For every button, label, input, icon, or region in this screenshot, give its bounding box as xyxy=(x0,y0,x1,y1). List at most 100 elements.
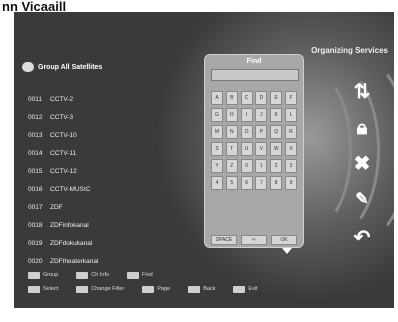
move-icon[interactable]: ⇅ xyxy=(350,80,374,104)
space-key[interactable]: SPACE xyxy=(211,235,237,245)
footer-hint-label: Group xyxy=(43,272,59,278)
channel-number: 0014 xyxy=(28,149,43,157)
channel-name: ZDFinfokanal xyxy=(50,221,89,229)
keyboard-key[interactable]: 5 xyxy=(225,176,238,190)
remote-key-icon xyxy=(28,271,40,279)
ok-key[interactable]: OK xyxy=(271,235,297,245)
remote-key-icon xyxy=(28,285,40,293)
channel-name: CCTV-12 xyxy=(50,167,77,175)
channel-number: 0011 xyxy=(28,95,42,103)
remote-key-icon xyxy=(76,271,89,279)
keyboard-key[interactable]: U xyxy=(240,142,253,156)
channel-number: 0019 xyxy=(28,239,43,247)
footer-hint: Page xyxy=(142,285,171,293)
keyboard-key[interactable]: 7 xyxy=(255,176,268,190)
keyboard-key[interactable]: 1 xyxy=(255,159,268,173)
keyboard-key[interactable]: 9 xyxy=(284,176,297,190)
keyboard-key[interactable]: J xyxy=(255,108,268,122)
footer-hint-label: Exit xyxy=(248,286,258,292)
keyboard-key[interactable]: O xyxy=(240,125,253,139)
keyboard-key[interactable]: 4 xyxy=(211,176,223,190)
footer-hint: Change Filter xyxy=(76,285,125,293)
footer-hint-label: Ch Info xyxy=(91,272,110,278)
undo-icon[interactable]: ↶ xyxy=(350,226,374,250)
footer-hint: Exit xyxy=(233,285,258,293)
channel-row[interactable]: 0017 ZDF xyxy=(28,198,130,216)
channel-list: 0011 CCTV-2 0012 CCTV-3 0013 CCTV-10 0014 CCTV-… xyxy=(28,90,130,270)
channel-name: CCTV-MUSIC xyxy=(50,185,91,193)
channel-row[interactable]: 0013 CCTV-10 xyxy=(28,126,130,144)
footer-hint: Back xyxy=(188,285,215,293)
keyboard-key[interactable]: 2 xyxy=(270,159,283,173)
satellite-icon xyxy=(22,62,34,72)
channel-name: CCTV-11 xyxy=(50,149,77,157)
rename-icon[interactable]: ✎ xyxy=(350,188,374,212)
footer-hint-label: Change Filter xyxy=(91,286,125,292)
keyboard-key[interactable]: Z xyxy=(225,159,238,173)
keyboard-key[interactable]: 8 xyxy=(270,176,283,190)
footer-hint-label: Select xyxy=(43,286,59,292)
channel-row[interactable]: 0014 CCTV-11 xyxy=(28,144,130,162)
screen-title: Organizing Services xyxy=(311,46,388,55)
footer-hint: Find xyxy=(127,271,153,279)
keyboard-key[interactable]: M xyxy=(211,125,223,139)
keyboard-key[interactable]: X xyxy=(284,142,297,156)
keyboard-key[interactable]: Y xyxy=(211,159,223,173)
channel-name: ZDF xyxy=(50,203,63,211)
keyboard-key[interactable]: G xyxy=(211,108,223,122)
keyboard-key[interactable]: V xyxy=(255,142,268,156)
keyboard-key[interactable]: T xyxy=(225,142,238,156)
channel-number: 0013 xyxy=(28,131,43,139)
footer-legend: Group Ch Info Find Select Change Filter Page… xyxy=(28,268,394,296)
channel-row[interactable]: 0016 CCTV-MUSIC xyxy=(28,180,130,198)
keyboard-key[interactable]: B xyxy=(225,91,238,105)
delete-icon[interactable]: ✖ xyxy=(350,152,374,176)
channel-name: ZDFtheaterkanal xyxy=(50,257,99,265)
remote-key-icon xyxy=(127,271,140,279)
channel-row[interactable]: 0012 CCTV-3 xyxy=(28,108,130,126)
footer-hint: Select xyxy=(28,285,59,293)
keyboard-key[interactable]: R xyxy=(284,125,297,139)
channel-row[interactable]: 0015 CCTV-12 xyxy=(28,162,130,180)
channel-number: 0016 xyxy=(28,185,43,193)
channel-row[interactable]: 0019 ZDFdokukanal xyxy=(28,234,130,252)
channel-number: 0020 xyxy=(28,257,43,265)
keyboard-key[interactable]: 6 xyxy=(240,176,253,190)
keyboard-key[interactable]: F xyxy=(284,91,297,105)
keyboard-key[interactable]: S xyxy=(211,142,223,156)
keyboard-title: Find xyxy=(246,58,262,65)
footer-hint-label: Find xyxy=(142,272,153,278)
footer-hint: Ch Info xyxy=(76,271,110,279)
keyboard-key[interactable]: C xyxy=(240,91,253,105)
keyboard-key[interactable]: W xyxy=(270,142,283,156)
footer-hint-label: Page xyxy=(157,286,171,292)
footer-hint: Group xyxy=(28,271,59,279)
keyboard-key[interactable]: E xyxy=(270,91,283,105)
find-keyboard: Find ABCDEF GHIJKL MNOPQR STUVWX YZ0123 45678… xyxy=(204,54,304,248)
channel-row[interactable]: 0018 ZDFinfokanal xyxy=(28,216,130,234)
channel-number: 0018 xyxy=(28,221,43,229)
keyboard-key[interactable]: H xyxy=(225,108,238,122)
backspace-key[interactable]: <- xyxy=(241,235,267,245)
remote-key-icon xyxy=(188,285,201,293)
keyboard-key[interactable]: A xyxy=(211,91,223,105)
lock-icon[interactable]: 🔒︎ xyxy=(350,116,374,140)
keyboard-key[interactable]: K xyxy=(270,108,283,122)
group-header[interactable]: Group All Satellites xyxy=(22,60,102,74)
footer-row: Select Change Filter Page Back Exit xyxy=(28,282,394,296)
keyboard-key[interactable]: P xyxy=(255,125,268,139)
keyboard-key[interactable]: I xyxy=(240,108,253,122)
channel-row[interactable]: 0011 CCTV-2 xyxy=(28,90,130,108)
channel-number: 0012 xyxy=(28,113,43,121)
channel-name: ZDFdokukanal xyxy=(50,239,93,247)
keyboard-key[interactable]: 0 xyxy=(240,159,253,173)
keyboard-key[interactable]: D xyxy=(255,91,268,105)
remote-key-icon xyxy=(233,285,246,293)
keyboard-key[interactable]: 3 xyxy=(284,159,297,173)
keyboard-key[interactable]: N xyxy=(225,125,238,139)
keyboard-key[interactable]: Q xyxy=(270,125,283,139)
keyboard-key[interactable]: L xyxy=(284,108,297,122)
tv-screen: Organizing Services Group All Satellites… xyxy=(14,12,394,308)
channel-number: 0017 xyxy=(28,203,43,211)
find-input[interactable] xyxy=(211,69,299,81)
